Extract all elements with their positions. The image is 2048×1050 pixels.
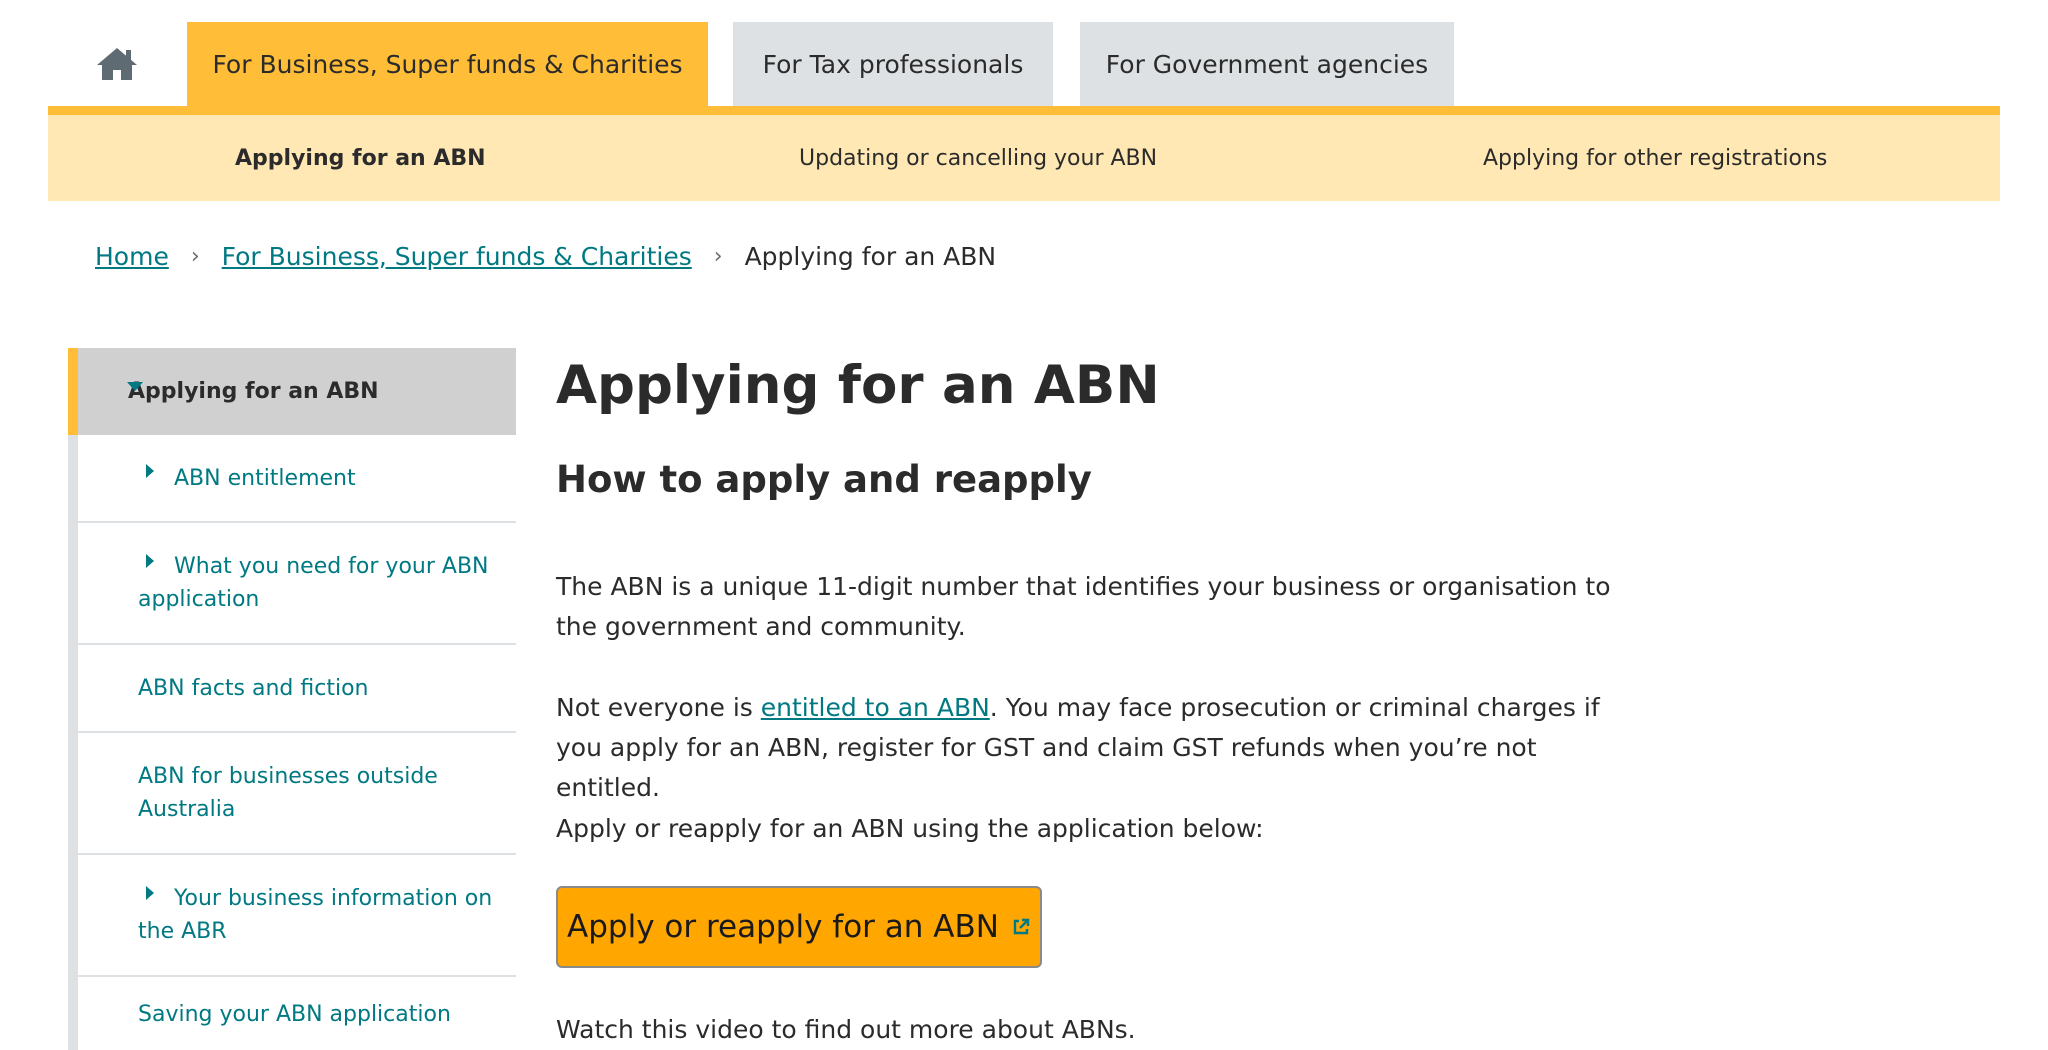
section-heading: How to apply and reapply <box>556 458 1092 501</box>
sidebar-item-label: ABN for businesses outside Australia <box>138 764 438 822</box>
home-icon <box>97 48 137 80</box>
tab-government-agencies[interactable]: For Government agencies <box>1080 22 1454 106</box>
sidebar-item-label: ABN entitlement <box>174 465 356 491</box>
subnav-updating-cancelling[interactable]: Updating or cancelling your ABN <box>799 115 1157 201</box>
sub-navigation: Applying for an ABN Updating or cancelli… <box>48 115 2000 201</box>
intro-paragraph: The ABN is a unique 11-digit number that… <box>556 572 1611 641</box>
sidebar-item-what-you-need[interactable]: What you need for your ABN application <box>78 523 516 645</box>
tab-underline-bar <box>48 106 2000 115</box>
caret-right-icon <box>146 464 154 478</box>
caret-down-icon <box>127 382 143 391</box>
sidebar-item-label: Applying for an ABN <box>128 379 379 404</box>
tab-tax-professionals[interactable]: For Tax professionals <box>733 22 1053 106</box>
breadcrumb-section-link[interactable]: For Business, Super funds & Charities <box>222 242 692 271</box>
sidebar-item-abn-facts[interactable]: ABN facts and fiction <box>78 645 516 733</box>
apply-instruction: Apply or reapply for an ABN using the ap… <box>556 814 1264 843</box>
video-intro-paragraph: Watch this video to find out more about … <box>556 1015 1136 1044</box>
home-tab[interactable] <box>48 22 186 106</box>
entitled-to-abn-link[interactable]: entitled to an ABN <box>761 693 990 722</box>
sidebar-item-abn-entitlement[interactable]: ABN entitlement <box>78 435 516 523</box>
sidebar-item-business-info-abr[interactable]: Your business information on the ABR <box>78 855 516 977</box>
sidebar-item-label: Saving your ABN application <box>138 1001 451 1027</box>
sidebar-item-applying-for-abn[interactable]: Applying for an ABN <box>68 348 516 435</box>
breadcrumb-separator-icon: › <box>190 243 200 269</box>
breadcrumb-separator-icon: › <box>713 243 723 269</box>
caret-right-icon <box>146 554 154 568</box>
tab-business[interactable]: For Business, Super funds & Charities <box>187 22 708 106</box>
caret-right-icon <box>146 886 154 900</box>
sidebar-rail <box>68 348 78 1050</box>
apply-abn-button[interactable]: Apply or reapply for an ABN <box>556 886 1042 968</box>
sidebar-item-label: Your business information on the ABR <box>138 886 493 944</box>
apply-abn-button-label: Apply or reapply for an ABN <box>567 909 999 945</box>
subnav-applying-for-abn[interactable]: Applying for an ABN <box>235 115 486 201</box>
breadcrumb-home-link[interactable]: Home <box>95 242 169 271</box>
external-link-icon <box>1013 918 1030 935</box>
sidebar-item-outside-australia[interactable]: ABN for businesses outside Australia <box>78 733 516 855</box>
subnav-other-registrations[interactable]: Applying for other registrations <box>1483 115 1827 201</box>
breadcrumb: Home › For Business, Super funds & Chari… <box>95 238 996 274</box>
sidebar-item-label: What you need for your ABN application <box>138 554 489 612</box>
sidebar-item-saving-application[interactable]: Saving your ABN application <box>78 977 516 1050</box>
entitlement-paragraph: Not everyone is entitled to an ABN. You … <box>556 693 1600 802</box>
sidebar-item-label: ABN facts and fiction <box>138 675 369 701</box>
breadcrumb-current: Applying for an ABN <box>744 241 997 271</box>
page-title: Applying for an ABN <box>556 355 1160 416</box>
